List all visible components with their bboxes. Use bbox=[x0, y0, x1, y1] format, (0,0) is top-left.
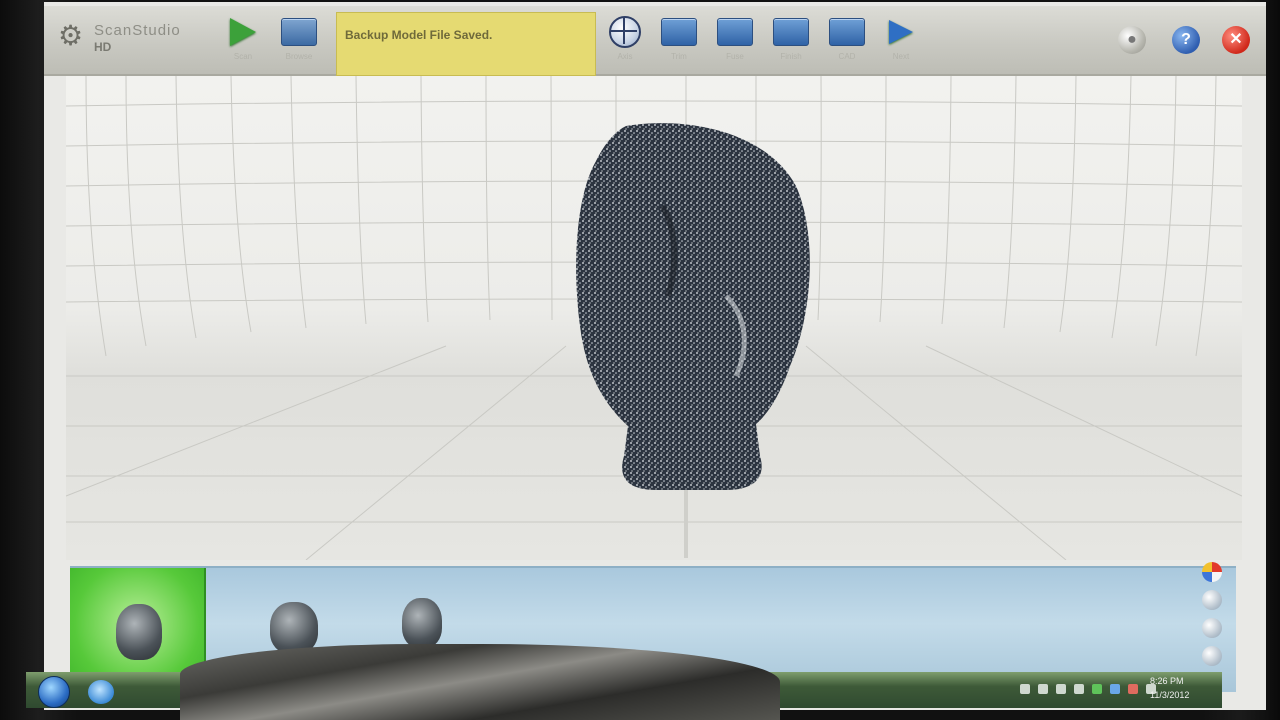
axis-button[interactable]: Axis bbox=[602, 16, 648, 72]
axis-label: Axis bbox=[617, 52, 633, 61]
start-button[interactable] bbox=[38, 676, 70, 708]
view-button-4[interactable] bbox=[1202, 646, 1222, 666]
application-window: ⚙ ScanStudio HD Scan Browse Backup Model… bbox=[44, 2, 1266, 710]
3d-viewport[interactable] bbox=[66, 76, 1242, 560]
status-message: Backup Model File Saved. bbox=[345, 28, 493, 42]
logo-text-top: ScanStudio bbox=[94, 22, 181, 39]
finish-icon bbox=[773, 18, 809, 46]
clock-date[interactable]: 11/3/2012 bbox=[1150, 690, 1189, 700]
settings-icon: ● bbox=[1127, 31, 1137, 48]
head-thumbnail-image bbox=[116, 604, 162, 660]
close-button[interactable]: ✕ bbox=[1222, 26, 1250, 54]
cad-icon bbox=[829, 18, 865, 46]
fuse-button[interactable]: Fuse bbox=[712, 16, 758, 72]
cad-label: CAD bbox=[838, 52, 856, 61]
clock-time[interactable]: 8:26 PM bbox=[1150, 676, 1184, 686]
scanstudio-logo: ⚙ ScanStudio HD bbox=[58, 20, 208, 56]
help-button[interactable]: ? bbox=[1172, 26, 1200, 54]
play-icon bbox=[230, 18, 256, 46]
fuse-label: Fuse bbox=[726, 52, 744, 61]
trim-icon bbox=[661, 18, 697, 46]
axis-icon bbox=[609, 16, 641, 48]
internet-explorer-icon[interactable] bbox=[88, 680, 114, 704]
logo-text-bottom: HD bbox=[94, 40, 112, 54]
tray-icon[interactable] bbox=[1038, 684, 1048, 694]
tray-icon[interactable] bbox=[1056, 684, 1066, 694]
folder-icon bbox=[281, 18, 317, 46]
trim-button[interactable]: Trim bbox=[656, 16, 702, 72]
cube-icon bbox=[717, 18, 753, 46]
cad-button[interactable]: CAD bbox=[824, 16, 870, 72]
head-thumbnail-image bbox=[402, 598, 442, 648]
next-play-icon bbox=[889, 20, 913, 44]
close-icon: ✕ bbox=[1229, 31, 1243, 48]
bluetooth-icon[interactable] bbox=[1110, 684, 1120, 694]
browse-button[interactable]: Browse bbox=[276, 16, 322, 72]
head-thumbnail-image bbox=[270, 602, 318, 654]
scanned-head-model[interactable] bbox=[66, 76, 1242, 560]
next-label: Next bbox=[892, 52, 910, 61]
main-toolbar: ⚙ ScanStudio HD Scan Browse Backup Model… bbox=[44, 6, 1266, 76]
finish-label: Finish bbox=[780, 52, 802, 61]
view-button-2[interactable] bbox=[1202, 590, 1222, 610]
scan-button[interactable]: Scan bbox=[220, 16, 266, 72]
tray-icon[interactable] bbox=[1020, 684, 1030, 694]
status-message-panel: Backup Model File Saved. bbox=[336, 12, 596, 76]
browse-label: Browse bbox=[285, 52, 313, 61]
help-icon: ? bbox=[1181, 31, 1191, 48]
view-button-3[interactable] bbox=[1202, 618, 1222, 638]
flag-icon[interactable] bbox=[1074, 684, 1084, 694]
next-button[interactable]: Next bbox=[878, 16, 924, 72]
network-icon[interactable] bbox=[1092, 684, 1102, 694]
security-icon[interactable] bbox=[1128, 684, 1138, 694]
gear-logo-icon: ⚙ bbox=[58, 20, 84, 51]
settings-button[interactable]: ● bbox=[1118, 26, 1146, 54]
scan-label: Scan bbox=[233, 52, 253, 61]
foreground-cloth bbox=[180, 644, 780, 720]
finish-button[interactable]: Finish bbox=[768, 16, 814, 72]
trim-label: Trim bbox=[671, 52, 687, 61]
color-view-button[interactable] bbox=[1202, 562, 1222, 582]
